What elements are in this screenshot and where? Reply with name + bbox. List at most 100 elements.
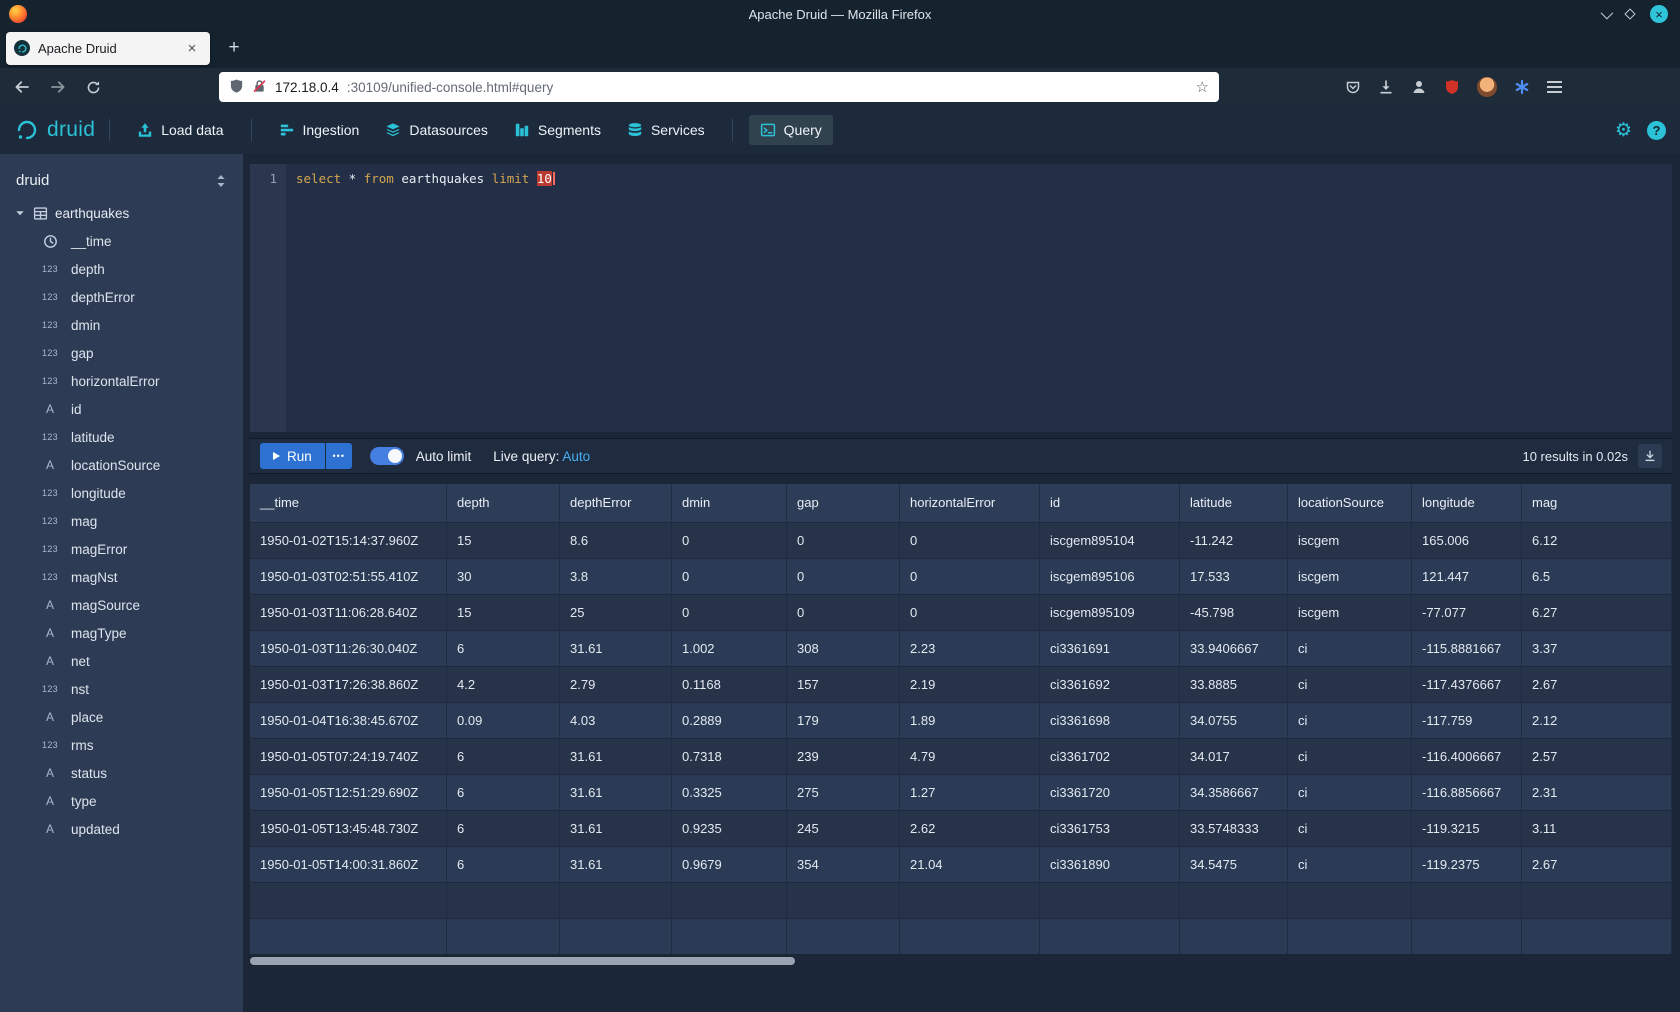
table-cell[interactable]: 33.9406667 (1180, 631, 1288, 666)
column-item-type[interactable]: Atype (0, 787, 243, 815)
table-cell[interactable]: 31.61 (560, 775, 672, 810)
table-cell[interactable]: 30 (447, 559, 560, 594)
table-cell[interactable]: 1950-01-03T11:06:28.640Z (250, 595, 447, 630)
nav-item-datasources[interactable]: Datasources (374, 115, 499, 145)
run-button[interactable]: Run (260, 443, 325, 469)
table-cell[interactable]: 1950-01-05T07:24:19.740Z (250, 739, 447, 774)
table-cell[interactable]: 34.3586667 (1180, 775, 1288, 810)
table-cell[interactable]: 0 (787, 559, 900, 594)
auto-limit-toggle[interactable] (370, 447, 404, 465)
column-item-place[interactable]: Aplace (0, 703, 243, 731)
sort-icon[interactable] (215, 174, 227, 188)
url-bar[interactable]: 172.18.0.4:30109/unified-console.html#qu… (219, 72, 1219, 102)
table-cell[interactable]: 34.0755 (1180, 703, 1288, 738)
save-to-pocket-icon[interactable] (1345, 79, 1361, 95)
table-cell[interactable]: 15 (447, 595, 560, 630)
column-header-id[interactable]: id (1040, 484, 1180, 522)
table-cell[interactable]: iscgem (1288, 595, 1412, 630)
table-cell[interactable]: 3.8 (560, 559, 672, 594)
horizontal-scrollbar[interactable] (250, 957, 1672, 967)
column-item-magError[interactable]: 123magError (0, 535, 243, 563)
ublock-shield-icon[interactable] (1444, 79, 1460, 95)
column-item-rms[interactable]: 123rms (0, 731, 243, 759)
table-cell[interactable]: 1950-01-04T16:38:45.670Z (250, 703, 447, 738)
table-cell[interactable]: 2.19 (900, 667, 1040, 702)
table-cell[interactable]: 354 (787, 847, 900, 882)
new-tab-button[interactable]: + (220, 34, 248, 62)
column-item-magNst[interactable]: 123magNst (0, 563, 243, 591)
table-cell[interactable]: 2.57 (1522, 739, 1672, 774)
table-cell[interactable]: 8.6 (560, 523, 672, 558)
table-cell[interactable]: 31.61 (560, 739, 672, 774)
tab-close-icon[interactable]: × (182, 38, 202, 58)
table-cell[interactable]: ci (1288, 667, 1412, 702)
nav-item-load-data[interactable]: Load data (126, 115, 234, 145)
menu-icon[interactable] (1547, 80, 1562, 94)
column-header-depthError[interactable]: depthError (560, 484, 672, 522)
table-cell[interactable]: 0.9235 (672, 811, 787, 846)
table-cell[interactable]: 2.79 (560, 667, 672, 702)
table-cell[interactable]: ci3361691 (1040, 631, 1180, 666)
table-cell[interactable]: 0 (672, 523, 787, 558)
table-cell[interactable]: 0.1168 (672, 667, 787, 702)
table-cell[interactable]: 0 (900, 559, 1040, 594)
column-item-updated[interactable]: Aupdated (0, 815, 243, 843)
table-cell[interactable]: 1950-01-03T11:26:30.040Z (250, 631, 447, 666)
column-item-locationSource[interactable]: AlocationSource (0, 451, 243, 479)
table-cell[interactable]: -119.2375 (1412, 847, 1522, 882)
table-cell[interactable]: 1.89 (900, 703, 1040, 738)
table-cell[interactable]: ci3361890 (1040, 847, 1180, 882)
table-cell[interactable]: iscgem895109 (1040, 595, 1180, 630)
table-cell[interactable]: 34.017 (1180, 739, 1288, 774)
table-cell[interactable]: 2.67 (1522, 667, 1672, 702)
help-icon[interactable]: ? (1647, 121, 1666, 140)
column-item-longitude[interactable]: 123longitude (0, 479, 243, 507)
column-item-depthError[interactable]: 123depthError (0, 283, 243, 311)
table-cell[interactable]: 165.006 (1412, 523, 1522, 558)
settings-gear-icon[interactable]: ⚙ (1615, 121, 1632, 140)
query-text[interactable]: select * from earthquakes limit 10 (286, 164, 1672, 432)
table-cell[interactable]: iscgem895106 (1040, 559, 1180, 594)
column-header-locationSource[interactable]: locationSource (1288, 484, 1412, 522)
table-cell[interactable]: 3.11 (1522, 811, 1672, 846)
datasource-item-earthquakes[interactable]: earthquakes (0, 199, 243, 227)
table-cell[interactable]: 0 (787, 523, 900, 558)
table-cell[interactable]: ci3361698 (1040, 703, 1180, 738)
table-cell[interactable]: -11.242 (1180, 523, 1288, 558)
reload-icon[interactable] (86, 80, 101, 95)
tracking-shield-icon[interactable] (229, 78, 244, 97)
forward-icon[interactable] (50, 80, 66, 94)
run-more-button[interactable]: ••• (326, 443, 352, 469)
table-cell[interactable]: 4.2 (447, 667, 560, 702)
nav-item-services[interactable]: Services (616, 115, 716, 145)
table-cell[interactable]: 1950-01-05T14:00:31.860Z (250, 847, 447, 882)
window-maximize-icon[interactable] (1624, 8, 1635, 19)
table-cell[interactable]: 2.67 (1522, 847, 1672, 882)
column-header-depth[interactable]: depth (447, 484, 560, 522)
column-item-horizontalError[interactable]: 123horizontalError (0, 367, 243, 395)
table-cell[interactable]: 31.61 (560, 811, 672, 846)
table-cell[interactable]: 4.03 (560, 703, 672, 738)
table-cell[interactable]: 2.23 (900, 631, 1040, 666)
table-cell[interactable]: ci (1288, 847, 1412, 882)
column-item-net[interactable]: Anet (0, 647, 243, 675)
column-header-gap[interactable]: gap (787, 484, 900, 522)
table-cell[interactable]: 1.27 (900, 775, 1040, 810)
table-cell[interactable]: 0 (672, 595, 787, 630)
table-cell[interactable]: -45.798 (1180, 595, 1288, 630)
column-item-gap[interactable]: 123gap (0, 339, 243, 367)
table-cell[interactable]: 21.04 (900, 847, 1040, 882)
nav-item-ingestion[interactable]: Ingestion (268, 115, 371, 145)
table-cell[interactable]: 121.447 (1412, 559, 1522, 594)
downloads-icon[interactable] (1378, 79, 1394, 95)
table-cell[interactable]: 1.002 (672, 631, 787, 666)
table-cell[interactable]: 179 (787, 703, 900, 738)
column-header-latitude[interactable]: latitude (1180, 484, 1288, 522)
table-cell[interactable]: 6 (447, 775, 560, 810)
table-cell[interactable]: 33.5748333 (1180, 811, 1288, 846)
table-cell[interactable]: iscgem (1288, 559, 1412, 594)
column-item-__time[interactable]: __time (0, 227, 243, 255)
window-shade-icon[interactable] (1601, 6, 1614, 19)
table-cell[interactable]: 0.2889 (672, 703, 787, 738)
column-item-magSource[interactable]: AmagSource (0, 591, 243, 619)
